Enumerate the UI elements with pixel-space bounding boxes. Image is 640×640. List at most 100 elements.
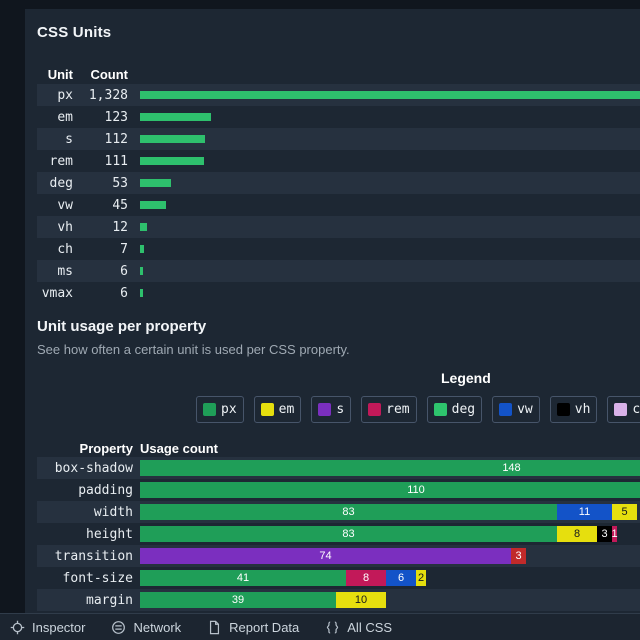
segment-px: 39 [140,592,336,608]
unit-name: vmax [37,286,73,301]
rem-color-swatch [368,403,381,416]
usage-bar-stack: 83831 [140,526,640,542]
deg-color-swatch [434,403,447,416]
legend-item-label: rem [386,402,409,417]
unit-bar-track [138,113,640,121]
units-table-body: px1,328em123s112rem111deg53vw45vh12ch7ms… [37,84,640,304]
legend-item-px[interactable]: px [196,396,244,423]
chart-header-row: Property Usage count [37,439,640,457]
unit-bar-track [138,245,640,253]
unit-row: px1,328 [37,84,640,106]
segment-px: 148 [140,460,640,476]
property-row: padding 110 [37,479,640,501]
unit-count-bar [140,157,204,165]
unit-count-bar [140,267,143,275]
all-css-icon [325,620,340,635]
property-row: font-size41862 [37,567,640,589]
legend-item-label: px [221,402,237,417]
chart-body: box-shadow148padding110width83115height8… [37,457,640,613]
unit-row: ms6 [37,260,640,282]
segment-em: 5 [612,504,637,520]
units-table: Unit Count px1,328em123s112rem111deg53vw… [37,66,640,304]
px-color-swatch [203,403,216,416]
legend-item-label: vh [575,402,591,417]
unit-count-bar [140,113,211,121]
legend-item-em[interactable]: em [254,396,302,423]
property-row: transition 743 [37,545,640,567]
property-name: margin [37,593,133,608]
legend-item-rem[interactable]: rem [361,396,416,423]
inspector-icon [10,620,25,635]
unit-count-bar [140,135,205,143]
segment-s: 74 [140,548,511,564]
segment-vw: 11 [557,504,612,520]
unit-bar-track [138,289,640,297]
unit-name: s [37,132,73,147]
unit-count-bar [140,289,143,297]
unit-name: px [37,88,73,103]
segment-rem: 1 [612,526,617,542]
section-subtitle: See how often a certain unit is used per… [37,342,640,357]
segment-vw: 6 [386,570,416,586]
property-row: box-shadow148 [37,457,640,479]
tab-all-css[interactable]: All CSS [325,620,392,635]
ch-color-swatch [614,403,627,416]
legend-title: Legend [25,370,640,386]
unit-count: 6 [83,264,128,279]
unit-name: vh [37,220,73,235]
property-usage-chart: Property Usage count box-shadow148paddin… [37,439,640,613]
segment-rem: 8 [346,570,386,586]
unit-row: vmax 6 [37,282,640,304]
legend-item-deg[interactable]: deg [427,396,482,423]
segment-em: 2 [416,570,426,586]
legend-item-s[interactable]: s [311,396,351,423]
report-data-icon [207,620,222,635]
property-row: width83115 [37,501,640,523]
legend-item-vh[interactable]: vh [550,396,598,423]
unit-count-bar [140,201,166,209]
legend-item-label: s [336,402,344,417]
unit-name: em [37,110,73,125]
usage-bar-stack: 3910 [140,592,640,608]
unit-count: 12 [83,220,128,235]
unit-count-bar [140,245,144,253]
segment-px: 110 [140,482,640,498]
segment-em: 8 [557,526,597,542]
units-table-header-count: Count [83,67,128,82]
unit-bar-track [138,91,640,99]
unit-bar-track [138,157,640,165]
tab-label: Network [133,620,181,635]
unit-count: 6 [83,286,128,301]
tab-report-data[interactable]: Report Data [207,620,299,635]
unit-row: deg 53 [37,172,640,194]
unit-name: deg [37,176,73,191]
unit-count-bar [140,91,640,99]
segment-vh: 3 [597,526,612,542]
unit-bar-track [138,201,640,209]
unit-row: rem111 [37,150,640,172]
unit-name: ch [37,242,73,257]
unit-count: 123 [83,110,128,125]
property-row: height83831 [37,523,640,545]
unit-row: ch7 [37,238,640,260]
usage-bar-stack: 110 [140,482,640,498]
units-table-header-unit: Unit [37,67,73,82]
unit-count: 53 [83,176,128,191]
legend-item-label: vw [517,402,533,417]
unit-bar-track [138,179,640,187]
s-color-swatch [318,403,331,416]
usage-bar-stack: 148 [140,460,640,476]
legend-item-ch[interactable]: ch [607,396,640,423]
tab-network[interactable]: Network [111,620,181,635]
section-title: Unit usage per property [37,318,640,335]
tab-inspector[interactable]: Inspector [10,620,85,635]
tab-label: Report Data [229,620,299,635]
segment-em: 10 [336,592,386,608]
unit-bar-track [138,267,640,275]
unit-count: 111 [83,154,128,169]
unit-count-bar [140,179,171,187]
legend-item-vw[interactable]: vw [492,396,540,423]
property-name: transition [37,549,133,564]
property-name: padding [37,483,133,498]
segment-ms: 3 [511,548,526,564]
